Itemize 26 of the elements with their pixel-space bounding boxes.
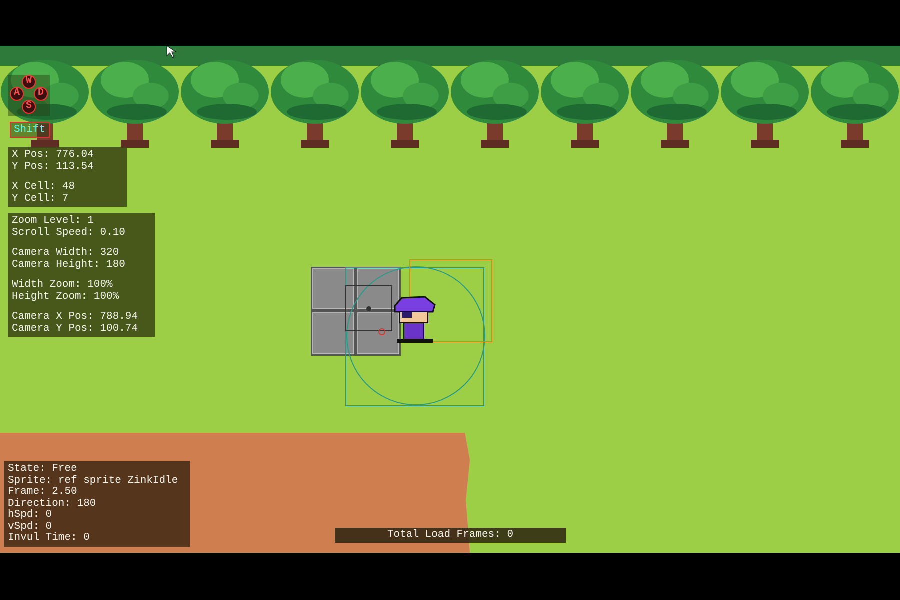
debug-text: Y Pos: 113.54: [12, 162, 95, 173]
debug-text: Y Cell: 7: [12, 194, 70, 205]
debug-text: Camera X Pos: 788.94: [12, 312, 140, 324]
load-frames-text: Total Load Frames: 0: [387, 529, 514, 541]
debug-text: Camera Y Pos: 100.74: [12, 324, 140, 335]
shift-key-indicator: Shift: [10, 122, 50, 138]
debug-text: Invul Time: 0: [8, 533, 91, 544]
debug-text: Frame: 2.50: [8, 487, 78, 498]
debug-text: X Cell: 48: [12, 182, 76, 193]
debug-text: Sprite: ref sprite ZinkIdle: [8, 476, 180, 487]
target-marker: [378, 328, 386, 336]
debug-text: Camera Height: 180: [12, 260, 126, 271]
debug-text: X Pos: 776.04: [12, 150, 95, 162]
debug-text: Width Zoom: 100%: [12, 280, 114, 291]
mouse-cursor-icon: [166, 46, 177, 58]
debug-text: vSpd: 0: [8, 522, 52, 532]
debug-text: Scroll Speed: 0.10: [12, 228, 126, 239]
debug-text: Camera Width: 320: [12, 248, 120, 259]
debug-text: Direction: 180: [8, 498, 98, 510]
debug-text: Zoom Level: 1: [12, 216, 95, 227]
origin-dot: [366, 306, 372, 312]
character-sprite: [394, 296, 436, 343]
debug-text: Height Zoom: 100%: [12, 292, 120, 303]
debug-text: State: Free: [8, 464, 78, 475]
interaction-box: [346, 286, 392, 332]
debug-text: hSpd: 0: [8, 510, 54, 521]
